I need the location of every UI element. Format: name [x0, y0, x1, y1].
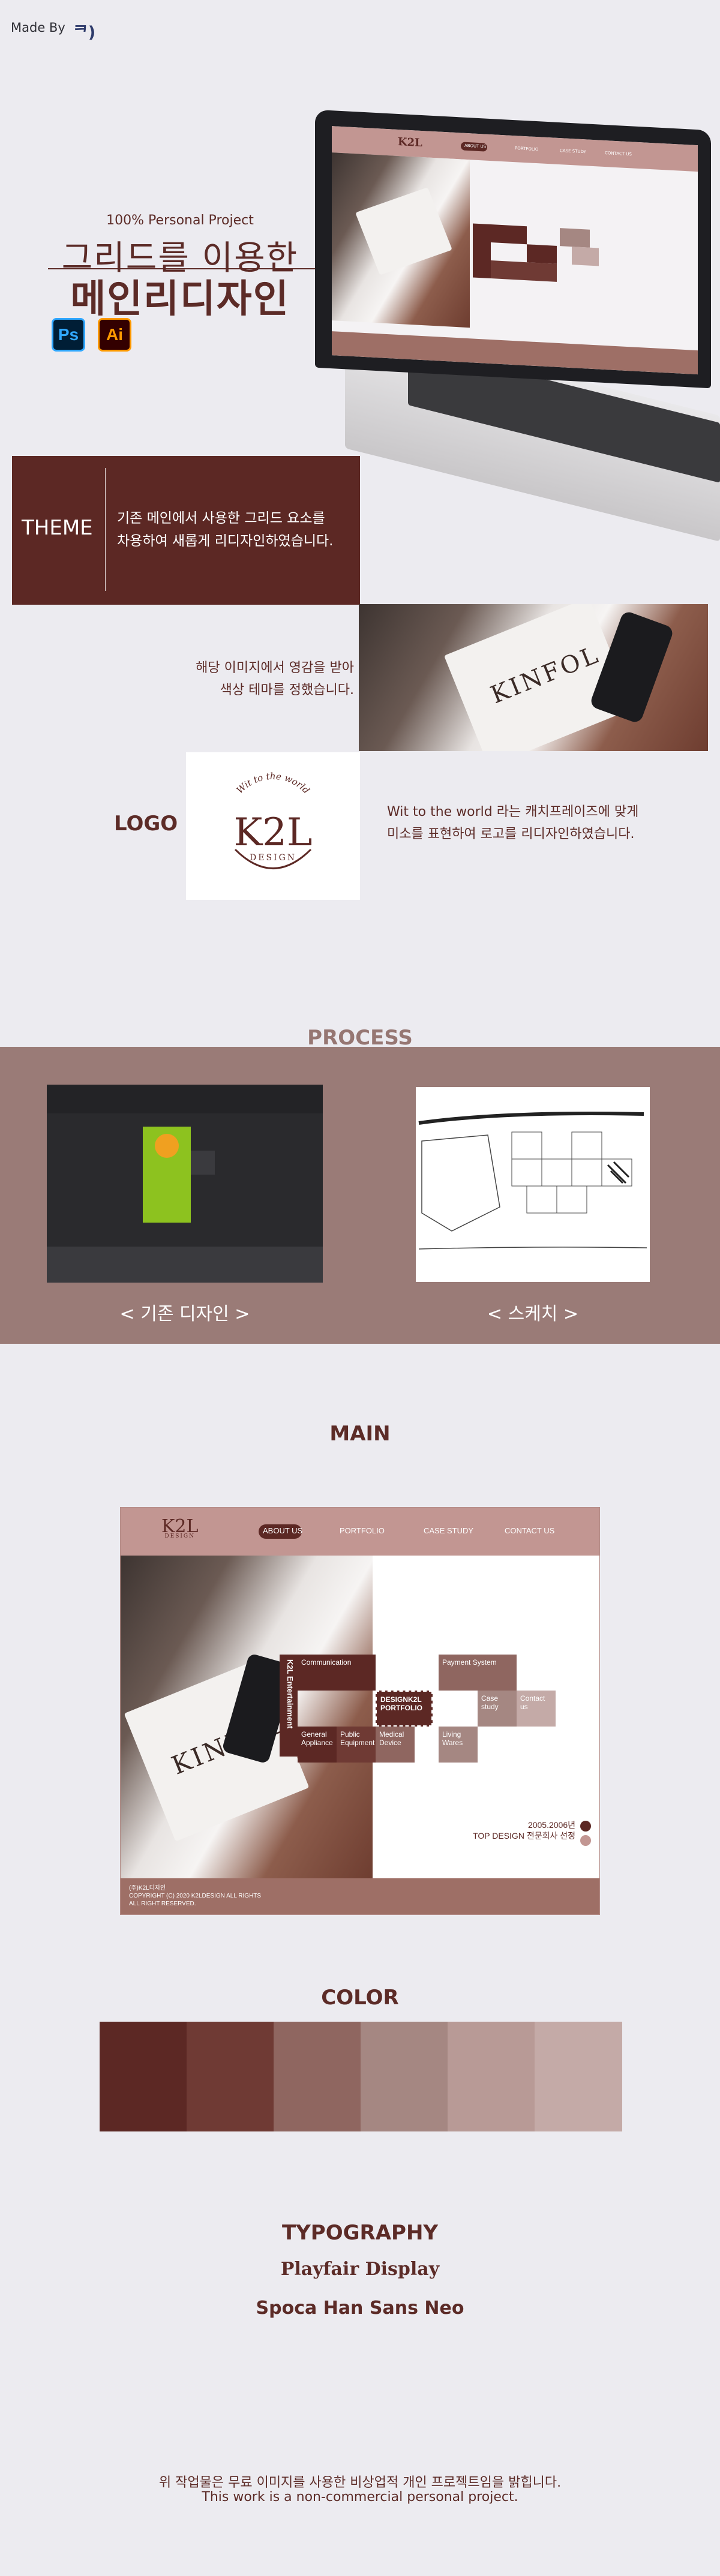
color-swatch [535, 2022, 622, 2131]
indicator-dot-active[interactable] [580, 1821, 591, 1832]
color-swatch [187, 2022, 274, 2131]
laptop-footer-bar [332, 331, 698, 375]
laptop-grid-tile [572, 247, 599, 266]
tile-portfolio[interactable]: DESIGNK2L PORTFOLIO [376, 1691, 433, 1727]
nav-portfolio[interactable]: PORTFOLIO [340, 1526, 385, 1535]
inspiration-description: 해당 이미지에서 영감을 받아 색상 테마를 정했습니다. [196, 660, 354, 698]
nav-contact-us[interactable]: CONTACT US [505, 1526, 554, 1535]
laptop-nav-item: CASE STUDY [560, 148, 586, 155]
theme-label: THEME [22, 516, 93, 540]
typography-title: TYPOGRAPHY [281, 2221, 439, 2245]
laptop-nav-item: PORTFOLIO [515, 146, 539, 152]
main-footer-bar: (주)K2L디자인 COPYRIGHT (C) 2020 K2LDESIGN A… [121, 1878, 599, 1914]
main-hero-photo: KINFOL [121, 1556, 373, 1880]
tile-public[interactable]: Public Equipment [337, 1727, 376, 1763]
font-sample-spoca: Spoca Han Sans Neo [256, 2298, 464, 2319]
illustrator-icon: Ai [98, 318, 131, 352]
author-logo: ᄏ) [73, 23, 96, 42]
font-sample-playfair: Playfair Display [280, 2259, 440, 2280]
logo-description: Wit to the world 라는 캐치프레이즈에 맞게 미소를 표현하여 … [387, 804, 639, 842]
laptop-brand: K2L [398, 135, 422, 150]
tile-communication[interactable]: Communication [298, 1655, 376, 1691]
project-subtitle: 100% Personal Project [106, 213, 254, 228]
old-design-screenshot [47, 1085, 323, 1283]
tile-vertical: K2L Entertainment [280, 1655, 298, 1757]
tile-payment[interactable]: Payment System [439, 1655, 517, 1691]
logo-design-text: DESIGN [250, 853, 296, 863]
logo-k2l-text: K2L [233, 810, 312, 855]
sketch-image [416, 1087, 650, 1282]
theme-divider [105, 468, 106, 591]
laptop-grid-tile [491, 260, 557, 282]
made-by-label: Made By [11, 20, 65, 35]
disclaimer-korean: 위 작업물은 무료 이미지를 사용한 비상업적 개인 프로젝트임을 밝힙니다. [158, 2475, 562, 2490]
svg-text:Wit to the world: Wit to the world [235, 771, 312, 796]
color-swatch [448, 2022, 535, 2131]
title-line2: 메인리디자인 [70, 277, 290, 322]
laptop-nav-item: CONTACT US [605, 151, 632, 157]
laptop-hero-photo [332, 152, 470, 328]
logo-mark: Wit to the world K2L DESIGN [233, 771, 313, 869]
sketch-caption: < 스케치 > [487, 1304, 579, 1325]
main-nav-bar: K2L DESIGN ABOUT US PORTFOLIO CASE STUDY… [121, 1508, 599, 1556]
tile-contact[interactable]: Contact us [517, 1691, 556, 1727]
laptop-grid-tile [473, 223, 491, 279]
color-swatch [274, 2022, 361, 2131]
tile-case-study[interactable]: Case study [478, 1691, 517, 1727]
main-award-text: 2005.2006년 TOP DESIGN 전문회사 선정 [473, 1820, 575, 1841]
process-title: PROCESS [307, 1026, 413, 1050]
logo-label: LOGO [114, 812, 178, 836]
color-swatch [100, 2022, 187, 2131]
logo-arc-text: Wit to the world [235, 771, 312, 796]
laptop-grid-tile [527, 244, 557, 264]
laptop-screen-content: K2L ABOUT US PORTFOLIO CASE STUDY CONTAC… [332, 126, 698, 375]
main-title: MAIN [329, 1422, 391, 1446]
old-design-caption: < 기존 디자인 > [119, 1304, 250, 1325]
nav-about-us[interactable]: ABOUT US [263, 1526, 302, 1535]
photoshop-icon: Ps [52, 318, 85, 352]
tile-medical[interactable]: Medical Device [376, 1727, 415, 1763]
theme-description: 기존 메인에서 사용한 그리드 요소를 차용하여 새롭게 리디자인하였습니다. [117, 511, 334, 549]
main-design-screenshot: K2L DESIGN ABOUT US PORTFOLIO CASE STUDY… [120, 1507, 600, 1915]
nav-case-study[interactable]: CASE STUDY [424, 1526, 473, 1535]
color-title: COLOR [321, 1986, 399, 2010]
color-swatch [361, 2022, 448, 2131]
main-brand-sub: DESIGN [164, 1533, 195, 1539]
tile-general[interactable]: General Appliance [298, 1727, 337, 1763]
laptop-grid-tile [491, 224, 527, 245]
inspiration-photo: KINFOL [359, 604, 708, 751]
indicator-dot[interactable] [580, 1835, 591, 1846]
logo-box: Wit to the world K2L DESIGN [186, 752, 360, 900]
laptop-screen: K2L ABOUT US PORTFOLIO CASE STUDY CONTAC… [315, 109, 711, 389]
tile-living[interactable]: Living Wares [439, 1727, 478, 1763]
disclaimer-english: This work is a non-commercial personal p… [202, 2490, 518, 2505]
laptop-grid-tile [560, 228, 590, 248]
